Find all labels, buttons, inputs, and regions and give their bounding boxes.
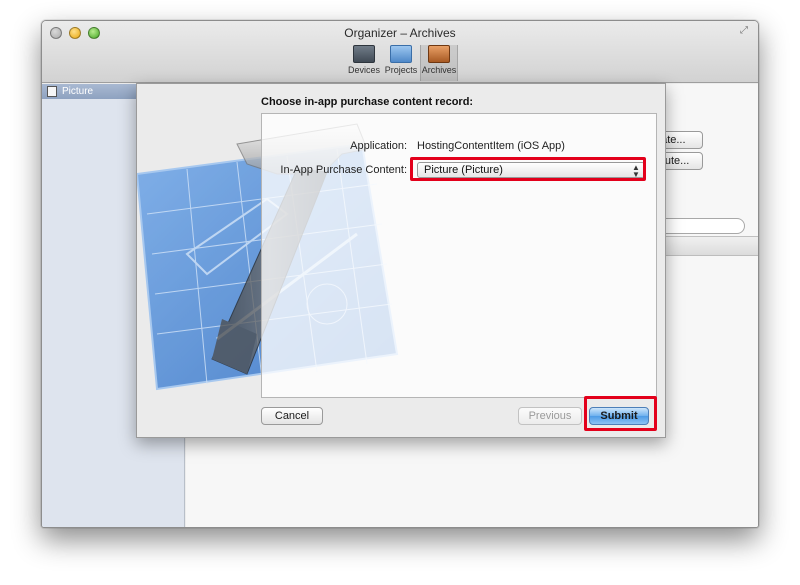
iap-content-sheet: Choose in-app purchase content record: A… [136,83,666,438]
application-value: HostingContentItem (iOS App) [417,140,565,152]
submit-button[interactable]: Submit [589,407,649,425]
sidebar-item-label: Picture [62,86,94,97]
devices-icon [353,45,375,63]
toolbar-projects-label: Projects [384,65,418,75]
window-title: Organizer – Archives [344,26,456,40]
projects-icon [390,45,412,63]
title-bar: Organizer – Archives ⤢ Devices Projects … [42,21,758,83]
toolbar-devices-label: Devices [347,65,380,75]
document-icon [47,86,57,97]
iap-content-selected-value: Picture (Picture) [424,164,503,176]
application-label: Application: [350,140,407,152]
cancel-button[interactable]: Cancel [261,407,323,425]
iap-content-popup[interactable]: Picture (Picture) ▲ ▼ [417,162,645,179]
popup-arrows-icon: ▲ ▼ [632,163,640,179]
toolbar-devices-button[interactable]: Devices [345,45,383,81]
toolbar-archives-button[interactable]: Archives [420,45,458,81]
archives-icon [428,45,450,63]
sheet-content-box [261,113,657,398]
toolbar-archives-label: Archives [421,65,457,75]
fullscreen-icon[interactable]: ⤢ [740,25,752,37]
iap-content-label: In-App Purchase Content: [280,164,407,176]
toolbar-projects-button[interactable]: Projects [382,45,420,81]
previous-button[interactable]: Previous [518,407,582,425]
sheet-heading: Choose in-app purchase content record: [261,96,474,108]
